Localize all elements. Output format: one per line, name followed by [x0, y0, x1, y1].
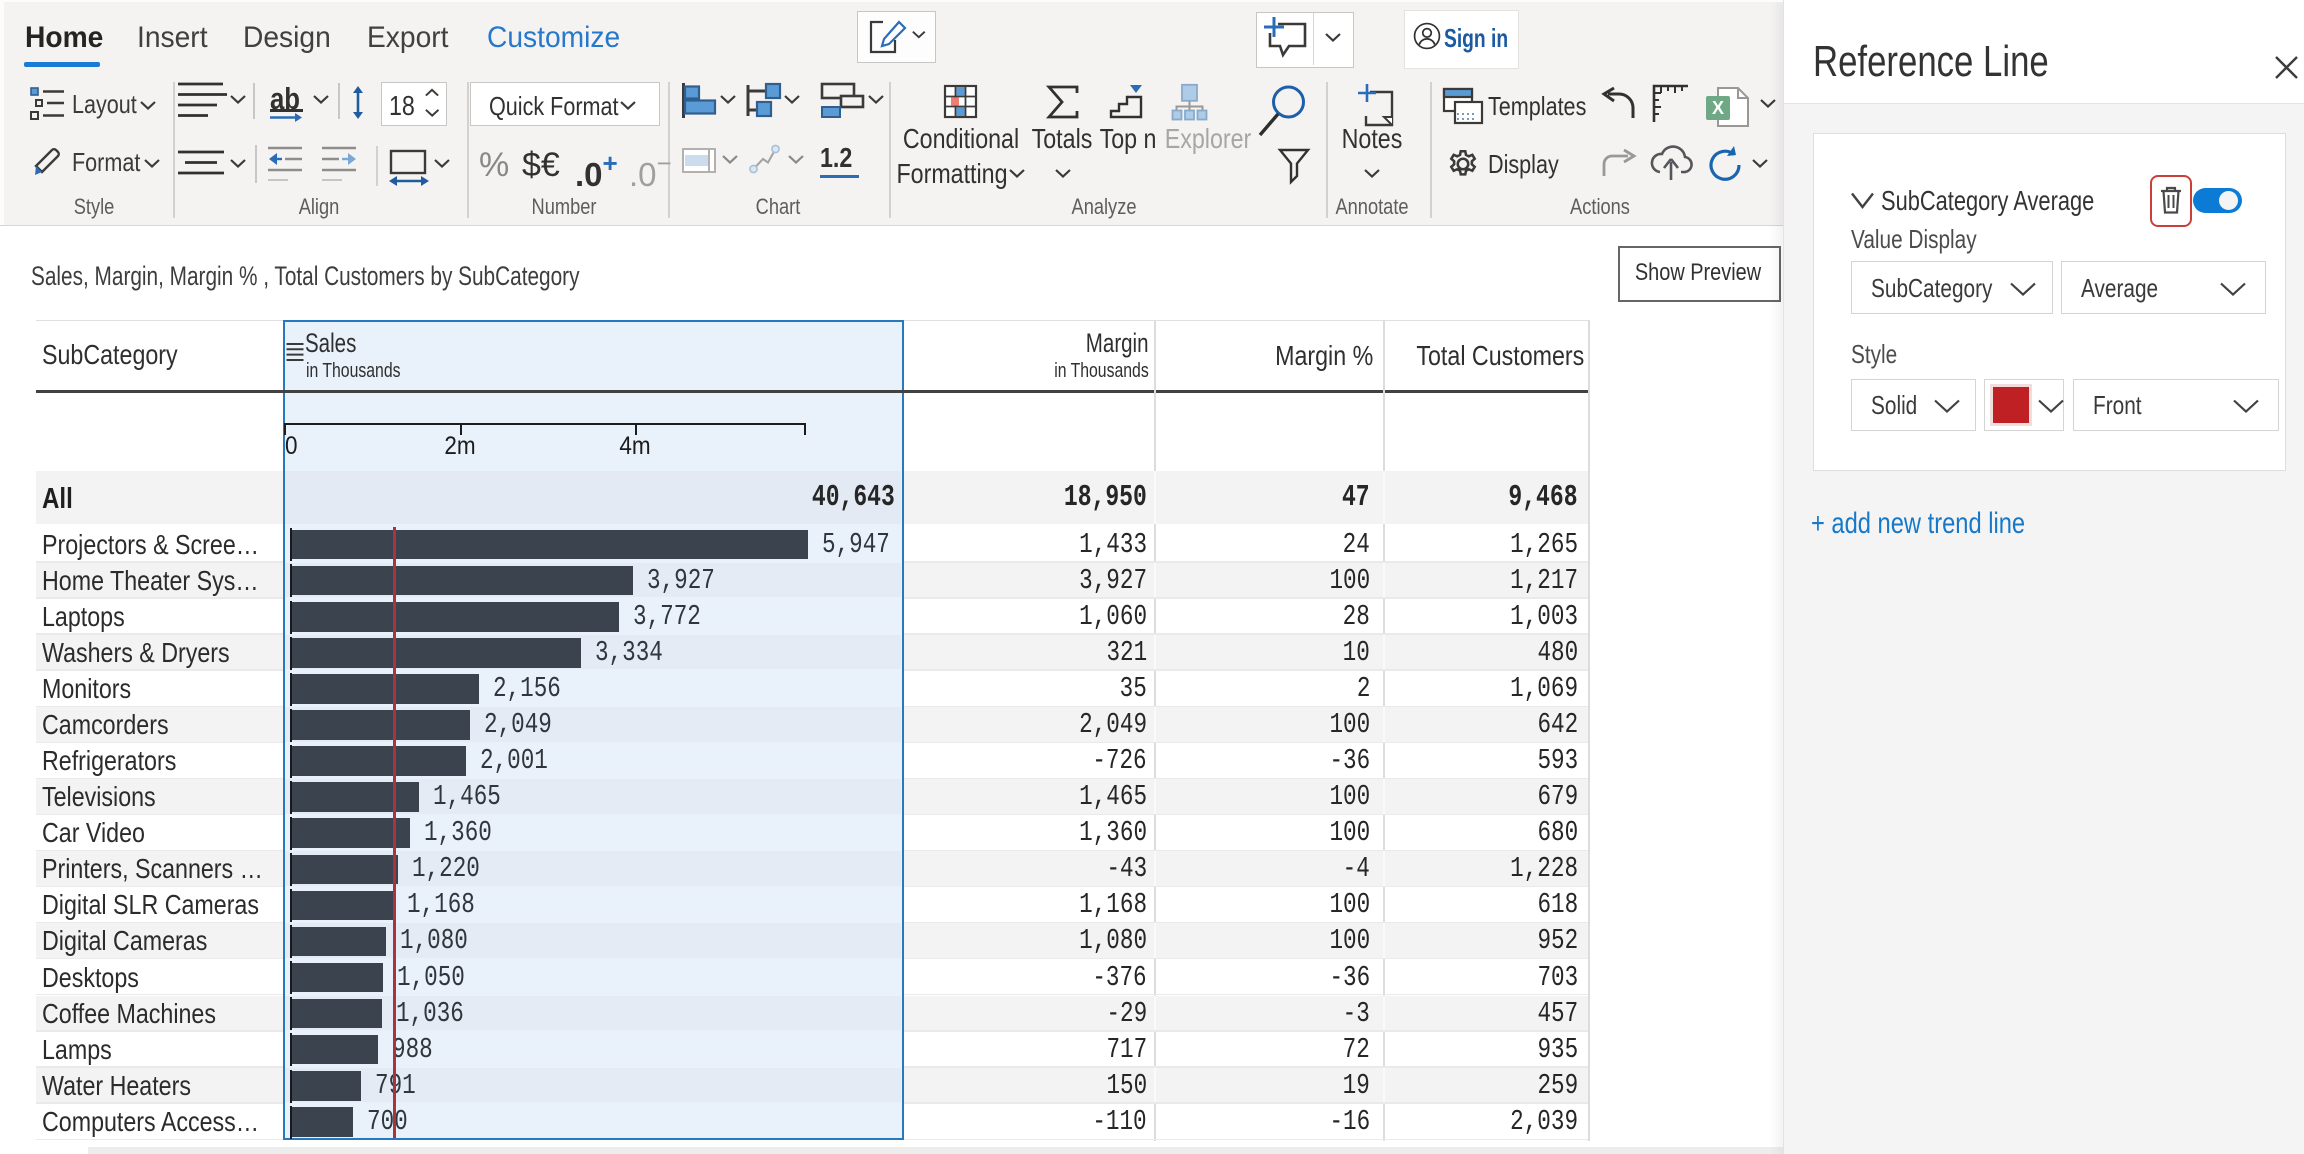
svg-text:X: X	[1712, 98, 1724, 118]
